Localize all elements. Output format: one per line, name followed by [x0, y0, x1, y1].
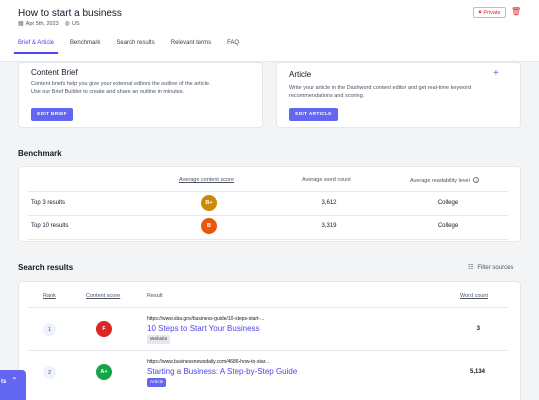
benchmark-row-label: Top 3 results	[31, 200, 66, 206]
page-title: How to start a business	[18, 8, 122, 19]
edit-article-button[interactable]: EDIT ARTICLE	[289, 108, 338, 121]
filter-sources-button[interactable]: ☷ Filter sources	[468, 264, 514, 272]
article-desc-line1: Write your article in the Dashword conte…	[289, 85, 472, 91]
content-brief-desc-line2: Use our Brief Builder to create and shar…	[31, 89, 185, 95]
result-type-badge: Article	[147, 378, 167, 387]
benchmark-divider	[28, 215, 508, 216]
result-url: https://www.businessnewsdaily.com/4686-h…	[147, 359, 270, 365]
floating-panel-button[interactable]: ⌃ ts	[0, 370, 26, 400]
results-divider	[28, 350, 508, 351]
locale-meta: ◍ US	[64, 20, 80, 28]
benchmark-grade-badge: B+	[201, 195, 217, 211]
date-meta: ▦ Apr 5th, 2023	[18, 20, 59, 28]
page-header: How to start a business ▦ Apr 5th, 2023 …	[0, 0, 539, 62]
benchmark-row-label: Top 10 results	[31, 223, 69, 229]
results-header-result: Result	[147, 293, 163, 299]
tab-brief-article[interactable]: Brief & Article	[10, 38, 62, 54]
private-toggle[interactable]: 🔒︎ Private	[473, 7, 506, 18]
locale-text: US	[71, 20, 80, 27]
results-header-rank[interactable]: Rank	[43, 293, 56, 299]
lock-icon: 🔒︎	[478, 9, 482, 15]
result-rank: 2	[43, 366, 56, 379]
result-url: https://www.sba.gov/business-guide/10-st…	[147, 316, 265, 322]
filter-sources-label: Filter sources	[477, 264, 514, 271]
result-title-link[interactable]: 10 Steps to Start Your Business	[147, 324, 260, 333]
calendar-icon: ▦	[18, 21, 24, 27]
benchmark-title: Benchmark	[18, 149, 62, 158]
floating-panel-label: ts	[1, 379, 7, 385]
benchmark-word-count: 3,612	[321, 200, 337, 206]
content-brief-title: Content Brief	[31, 68, 78, 77]
tab-bar: Brief & Article Benchmark Search results…	[10, 38, 247, 54]
trash-icon[interactable]: 🗑︎	[511, 7, 521, 16]
result-rank: 1	[43, 323, 56, 336]
article-title: Article	[289, 70, 312, 79]
article-desc: Write your article in the Dashword conte…	[289, 84, 514, 100]
chevron-up-icon: ⌃	[11, 376, 18, 385]
results-header-words[interactable]: Word count	[460, 293, 488, 299]
results-header-score[interactable]: Content score	[86, 293, 120, 299]
results-divider	[28, 307, 508, 308]
benchmark-divider	[28, 239, 508, 240]
tab-search-results[interactable]: Search results	[108, 38, 162, 54]
content-brief-desc: Content briefs help you give your extern…	[31, 80, 256, 96]
result-type-badge: Website	[147, 335, 171, 344]
page-meta: ▦ Apr 5th, 2023 ◍ US	[18, 20, 86, 28]
benchmark-header-score[interactable]: Average content score	[179, 177, 234, 183]
sliders-icon: ☷	[468, 265, 474, 271]
benchmark-readability: College	[437, 200, 459, 206]
benchmark-grade-badge: B	[201, 218, 217, 234]
benchmark-word-count: 3,319	[321, 223, 337, 229]
result-word-count: 3	[476, 326, 480, 332]
private-label: Private	[483, 9, 501, 16]
date-text: Apr 5th, 2023	[25, 20, 59, 27]
content-brief-desc-line1: Content briefs help you give your extern…	[31, 81, 211, 87]
add-icon[interactable]: +	[493, 68, 499, 79]
tab-benchmark[interactable]: Benchmark	[62, 38, 108, 54]
benchmark-header-words: Average word count	[302, 177, 351, 183]
article-desc-line2: recommendations and scoring.	[289, 93, 365, 99]
globe-icon: ◍	[64, 21, 70, 27]
tab-faq[interactable]: FAQ	[219, 38, 247, 54]
tab-relevant-terms[interactable]: Relevant terms	[163, 38, 219, 54]
edit-brief-button[interactable]: EDIT BRIEF	[31, 108, 73, 121]
benchmark-readability: College	[437, 223, 459, 229]
benchmark-header-readability-label: Average readability level	[410, 178, 470, 184]
info-icon[interactable]: i	[473, 177, 480, 183]
result-title-link[interactable]: Starting a Business: A Step-by-Step Guid…	[147, 367, 297, 376]
benchmark-header-readability: Average readability level i	[410, 177, 480, 184]
result-word-count: 5,134	[469, 369, 485, 375]
search-results-title: Search results	[18, 263, 74, 272]
result-grade-badge: A+	[96, 364, 112, 380]
result-grade-badge: F	[96, 321, 112, 337]
benchmark-divider	[28, 191, 508, 192]
